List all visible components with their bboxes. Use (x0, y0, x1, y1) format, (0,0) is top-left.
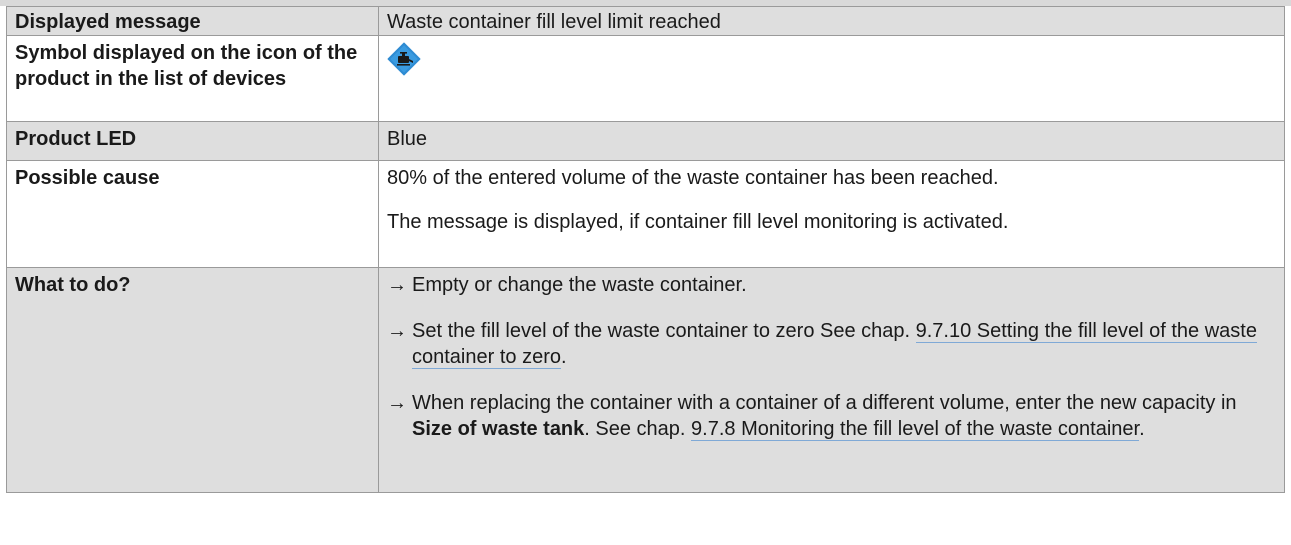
action-step: → Set the fill level of the waste contain… (387, 318, 1276, 370)
arrow-icon: → (387, 274, 407, 296)
row-label: Symbol displayed on the icon of the prod… (6, 35, 379, 122)
step-text: When replacing the container with a cont… (412, 392, 1237, 414)
row-value: Waste container fill level limit reached (378, 6, 1285, 36)
row-value: → Empty or change the waste container. → S… (378, 267, 1285, 493)
row-label: Possible cause (6, 160, 379, 268)
action-step: → Empty or change the waste container. (387, 272, 1276, 298)
step-text-mid: . See chap. (584, 418, 692, 440)
step-text: Empty or change the waste container. (412, 274, 747, 296)
arrow-icon: → (387, 392, 407, 414)
row-label: Product LED (6, 121, 379, 161)
cause-paragraph: 80% of the entered volume of the waste c… (387, 167, 999, 189)
step-text: Set the fill level of the waste containe… (412, 320, 916, 342)
row-value: 80% of the entered volume of the waste c… (378, 160, 1285, 268)
action-step: → When replacing the container with a con… (387, 390, 1276, 442)
table-row: What to do? → Empty or change the waste c… (6, 267, 1285, 493)
table-row: Displayed message Waste container fill l… (6, 6, 1285, 36)
cause-paragraph: The message is displayed, if container f… (387, 211, 1009, 233)
message-table: Displayed message Waste container fill l… (6, 6, 1285, 493)
table-row: Possible cause 80% of the entered volume… (6, 160, 1285, 268)
row-value (378, 35, 1285, 122)
chapter-link[interactable]: 9.7.8 Monitoring the fill level of the w… (691, 418, 1140, 441)
table-row: Product LED Blue (6, 121, 1285, 161)
row-label: Displayed message (6, 6, 379, 36)
waste-container-warning-icon (387, 42, 421, 76)
row-label: What to do? (6, 267, 379, 493)
setting-name: Size of waste tank (412, 418, 585, 440)
step-text-end: . (560, 346, 567, 368)
table-row: Symbol displayed on the icon of the prod… (6, 35, 1285, 122)
row-value: Blue (378, 121, 1285, 161)
step-text-end: . (1139, 418, 1145, 440)
arrow-icon: → (387, 320, 407, 342)
